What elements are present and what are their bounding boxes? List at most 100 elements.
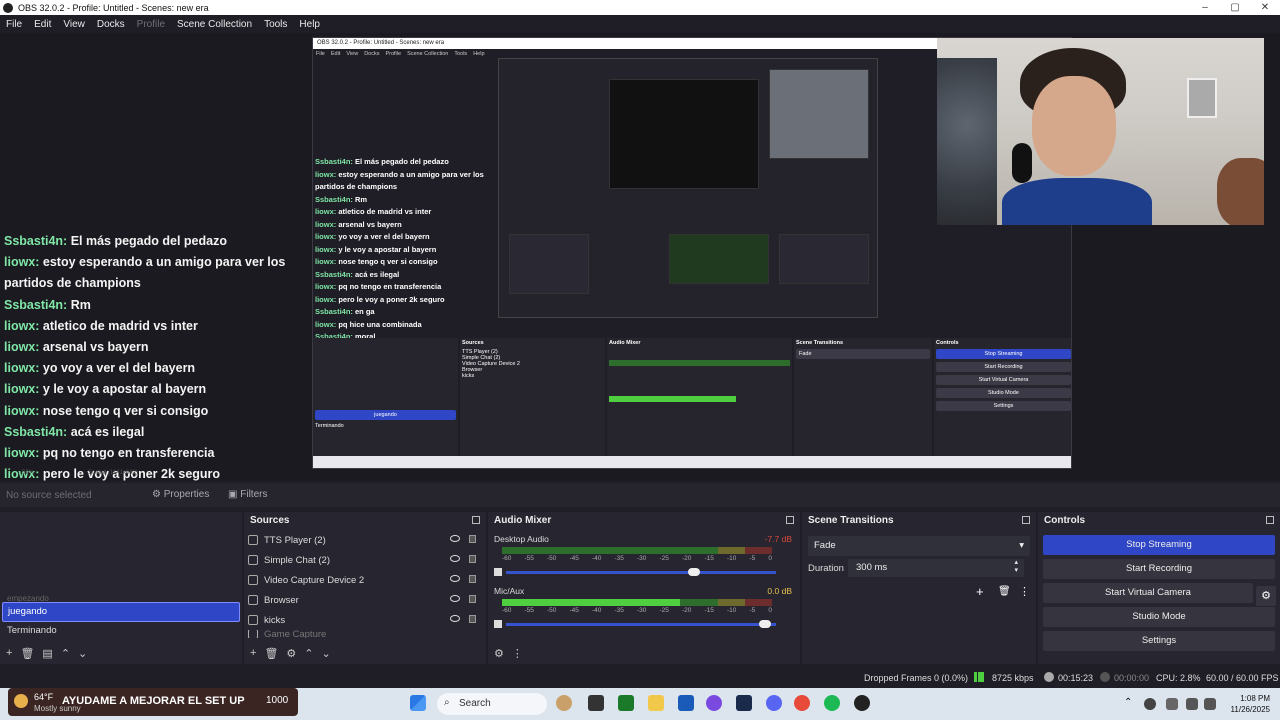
lock-icon[interactable] bbox=[469, 555, 476, 563]
add-transition-icon[interactable]: + bbox=[976, 584, 984, 599]
streamer bbox=[1002, 48, 1152, 225]
source-properties-icon[interactable]: ⚙ bbox=[286, 647, 296, 660]
stepper-icon[interactable]: ▴ ▾ bbox=[1014, 559, 1018, 575]
menu-view[interactable]: View bbox=[57, 19, 91, 30]
properties-tab[interactable]: ⚙ Properties bbox=[152, 489, 209, 500]
gear-icon[interactable]: ⚙ bbox=[1256, 586, 1276, 606]
source-item[interactable]: kicks bbox=[244, 610, 486, 630]
mic-icon[interactable] bbox=[1166, 698, 1178, 710]
close-button[interactable]: ✕ bbox=[1250, 2, 1280, 13]
scene-item-terminando[interactable]: Terminando bbox=[2, 622, 240, 642]
settings-button[interactable]: Settings bbox=[1043, 631, 1275, 651]
minimize-button[interactable]: – bbox=[1190, 2, 1220, 13]
stop-streaming-button[interactable]: Stop Streaming bbox=[1043, 535, 1275, 555]
transition-menu-icon[interactable]: ⋮ bbox=[1019, 585, 1030, 598]
eye-icon[interactable] bbox=[450, 595, 460, 602]
scene-filters-icon[interactable]: ▤ bbox=[42, 647, 52, 660]
volume-meter bbox=[502, 547, 772, 554]
lock-icon[interactable] bbox=[469, 535, 476, 543]
weather-widget[interactable]: 64°F Mostly sunny AYUDAME A MEJORAR EL S… bbox=[8, 688, 298, 716]
remove-scene-icon[interactable]: 🗑 bbox=[20, 647, 34, 660]
lock-icon[interactable] bbox=[469, 595, 476, 603]
menu-tools[interactable]: Tools bbox=[258, 19, 293, 30]
popout-icon[interactable] bbox=[786, 516, 794, 524]
steam-icon[interactable] bbox=[736, 695, 752, 711]
menu-edit[interactable]: Edit bbox=[28, 19, 57, 30]
source-item[interactable]: Video Capture Device 2 bbox=[244, 570, 486, 590]
popout-icon[interactable] bbox=[472, 516, 480, 524]
scene-item-juegando[interactable]: juegando bbox=[2, 602, 240, 622]
copilot-icon[interactable] bbox=[706, 695, 722, 711]
speaker-icon[interactable] bbox=[494, 620, 502, 628]
source-item[interactable]: Simple Chat (2) bbox=[244, 550, 486, 570]
nvidia-icon[interactable] bbox=[618, 695, 634, 711]
popout-icon[interactable] bbox=[1266, 516, 1274, 524]
record-indicator-icon bbox=[1100, 672, 1110, 682]
volume-slider[interactable] bbox=[506, 568, 776, 576]
taskbar-search[interactable]: ⌕ Search bbox=[437, 693, 547, 715]
meter-tick: -30 bbox=[637, 607, 647, 614]
menu-help[interactable]: Help bbox=[293, 19, 326, 30]
more-options-icon[interactable]: ⋮ bbox=[512, 647, 523, 660]
volume-slider[interactable] bbox=[506, 620, 776, 628]
clock[interactable]: 1:08 PM 11/26/2025 bbox=[1231, 693, 1270, 715]
chat-message: Rm bbox=[355, 194, 368, 204]
obs-taskbar-icon[interactable] bbox=[854, 695, 870, 711]
tray-app-icon[interactable] bbox=[1144, 698, 1156, 710]
start-recording-button[interactable]: Start Recording bbox=[1043, 559, 1275, 579]
move-down-icon[interactable]: ⌄ bbox=[78, 647, 87, 660]
remove-source-icon[interactable]: 🗑 bbox=[264, 647, 278, 660]
eye-icon[interactable] bbox=[450, 535, 460, 542]
chevron-up-icon[interactable]: ⌃ bbox=[1124, 697, 1132, 708]
outlook-icon[interactable] bbox=[678, 695, 694, 711]
chrome-icon[interactable] bbox=[794, 695, 810, 711]
bitrate: 8725 kbps bbox=[992, 673, 1034, 683]
duration-input[interactable]: 300 ms ▴ ▾ bbox=[848, 559, 1024, 577]
add-source-icon[interactable]: + bbox=[250, 647, 256, 659]
windows-start-icon[interactable] bbox=[410, 695, 426, 711]
move-down-icon[interactable]: ⌄ bbox=[322, 647, 331, 660]
slider-knob[interactable] bbox=[758, 620, 771, 628]
start-virtual-camera-button[interactable]: Start Virtual Camera bbox=[1043, 583, 1253, 603]
maximize-button[interactable]: ▢ bbox=[1220, 2, 1250, 13]
nested-mixer-title: Audio Mixer bbox=[609, 340, 641, 346]
menu-scene-collection[interactable]: Scene Collection bbox=[171, 19, 258, 30]
source-item[interactable]: Game Capture bbox=[244, 630, 486, 638]
lock-icon[interactable] bbox=[469, 615, 476, 623]
discord-icon[interactable] bbox=[766, 695, 782, 711]
search-label: Search bbox=[459, 698, 491, 709]
webcam-feed bbox=[937, 38, 1264, 225]
lock-icon[interactable] bbox=[469, 575, 476, 583]
menu-docks[interactable]: Docks bbox=[91, 19, 131, 30]
chat-username: liowx: bbox=[315, 169, 339, 179]
source-item[interactable]: TTS Player (2) bbox=[244, 530, 486, 550]
remove-transition-icon[interactable]: 🗑 bbox=[998, 586, 1011, 597]
menu-profile[interactable]: Profile bbox=[131, 19, 171, 30]
track-name: Mic/Aux bbox=[494, 586, 525, 596]
studio-mode-button[interactable]: Studio Mode bbox=[1043, 607, 1275, 627]
eye-icon[interactable] bbox=[450, 575, 460, 582]
eye-icon[interactable] bbox=[450, 615, 460, 622]
popout-icon[interactable] bbox=[1022, 516, 1030, 524]
move-up-icon[interactable]: ⌃ bbox=[304, 647, 313, 660]
chat-message: pq hice una combinada bbox=[338, 319, 422, 329]
task-view-icon[interactable] bbox=[588, 695, 604, 711]
scene-item-hidden[interactable]: empezando bbox=[2, 594, 240, 603]
volume-icon[interactable] bbox=[1204, 698, 1216, 710]
filters-tab[interactable]: ▣ Filters bbox=[228, 489, 267, 500]
folder-icon[interactable] bbox=[648, 695, 664, 711]
chat-message: nose tengo q ver si consigo bbox=[42, 403, 209, 418]
preview-canvas[interactable]: OBS 32.0.2 - Profile: Untitled - Scenes:… bbox=[0, 33, 1280, 481]
add-scene-icon[interactable]: + bbox=[6, 647, 12, 659]
eye-icon[interactable] bbox=[450, 555, 460, 562]
wifi-icon[interactable] bbox=[1186, 698, 1198, 710]
source-item[interactable]: Browser bbox=[244, 590, 486, 610]
widget-icon[interactable] bbox=[556, 695, 572, 711]
advanced-audio-icon[interactable]: ⚙ bbox=[494, 647, 504, 660]
speaker-icon[interactable] bbox=[494, 568, 502, 576]
menu-file[interactable]: File bbox=[0, 19, 28, 30]
move-up-icon[interactable]: ⌃ bbox=[61, 647, 70, 660]
spotify-icon[interactable] bbox=[824, 695, 840, 711]
slider-knob[interactable] bbox=[688, 568, 701, 576]
transition-select[interactable]: Fade ▾ bbox=[808, 536, 1030, 556]
